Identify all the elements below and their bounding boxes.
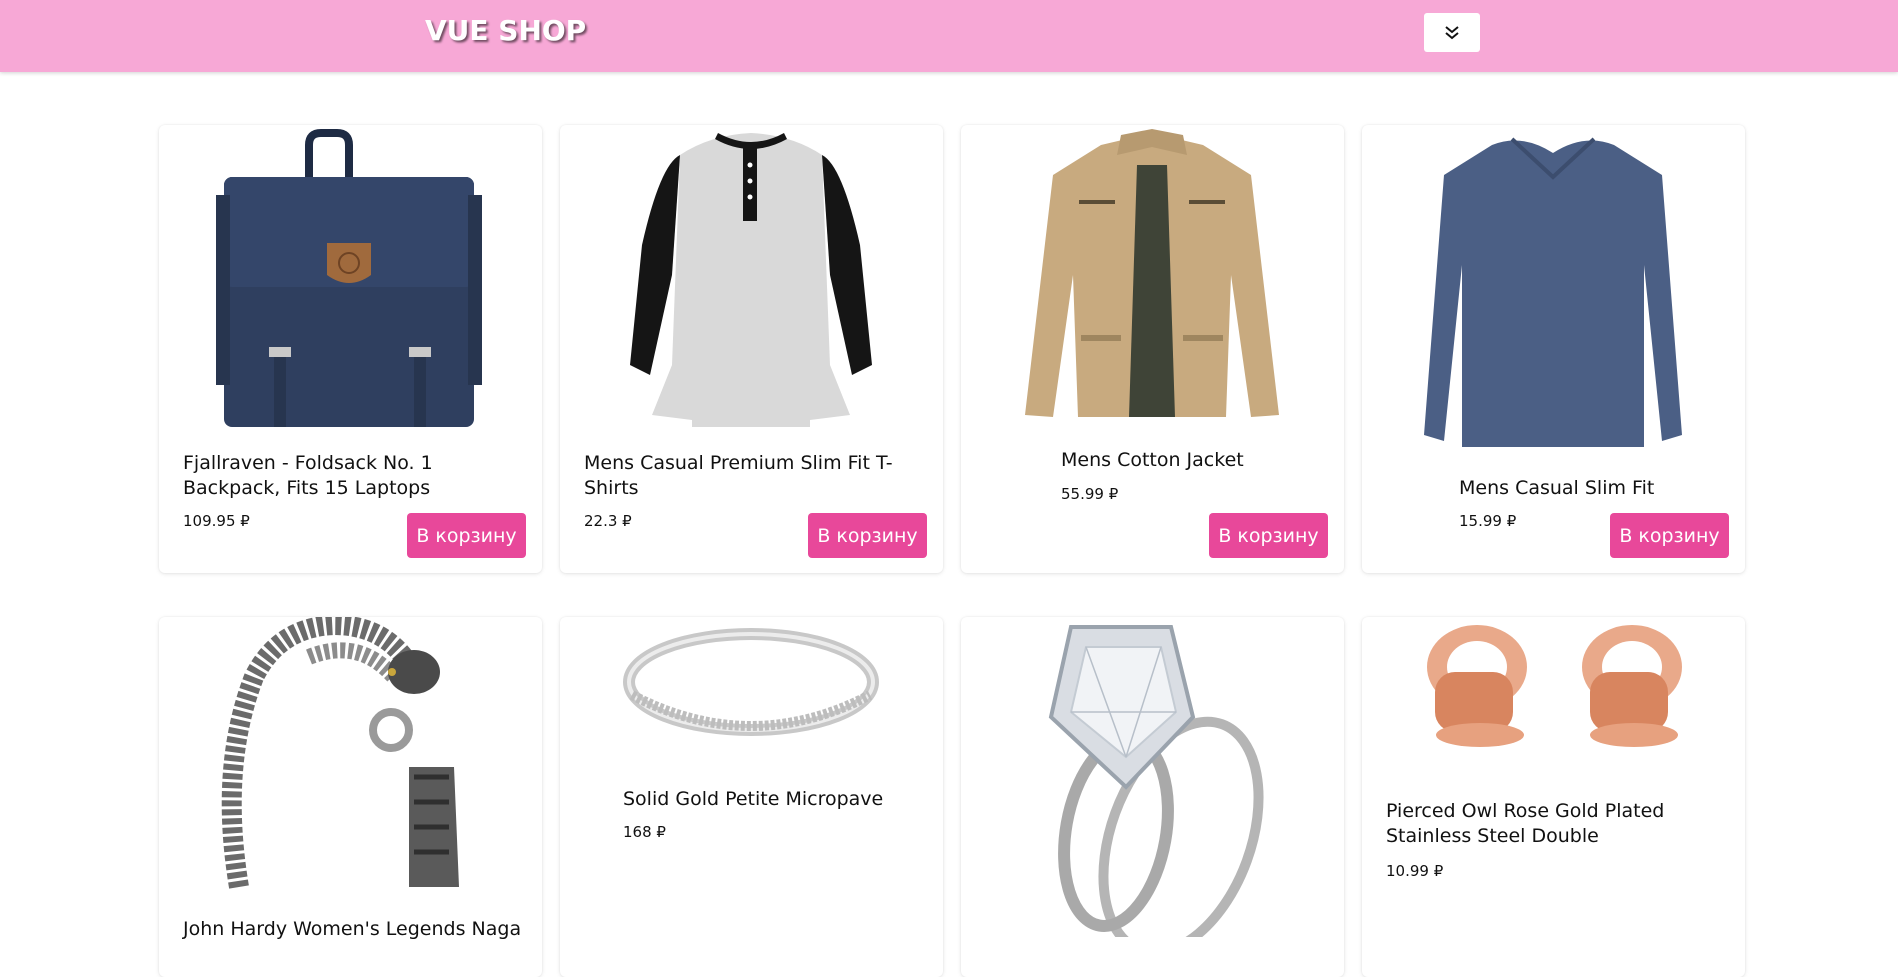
product-title[interactable]: Mens Casual Slim Fit xyxy=(1459,476,1739,501)
product-card: John Hardy Women's Legends Naga xyxy=(159,617,542,977)
menu-toggle-button[interactable] xyxy=(1424,13,1480,52)
add-to-cart-button[interactable]: В корзину xyxy=(407,513,526,558)
product-image-backpack xyxy=(216,129,482,427)
product-image-rose-gold-plugs xyxy=(1427,625,1682,747)
product-image-henley-tshirt xyxy=(630,133,872,427)
product-image-longsleeve-shirt xyxy=(1424,137,1682,447)
product-image-dragon-bracelet xyxy=(221,617,459,889)
product-image-diamond-ring-set xyxy=(1048,625,1264,937)
add-to-cart-button[interactable]: В корзину xyxy=(808,513,927,558)
product-price: 22.3 ₽ xyxy=(584,512,632,530)
product-card xyxy=(961,617,1344,977)
double-chevron-down-icon xyxy=(1445,25,1459,39)
product-price: 55.99 ₽ xyxy=(1061,485,1119,503)
top-navbar: VUE SHOP xyxy=(0,0,1898,72)
product-title[interactable]: Solid Gold Petite Micropave xyxy=(623,787,943,812)
product-image-cotton-jacket xyxy=(1025,129,1279,417)
product-title[interactable]: Fjallraven - Foldsack No. 1 Backpack, Fi… xyxy=(183,451,513,501)
product-card: Fjallraven - Foldsack No. 1 Backpack, Fi… xyxy=(159,125,542,573)
product-title[interactable]: John Hardy Women's Legends Naga xyxy=(183,917,533,942)
product-price: 168 ₽ xyxy=(623,823,666,841)
product-price: 15.99 ₽ xyxy=(1459,512,1517,530)
product-card: Mens Cotton Jacket 55.99 ₽ В корзину xyxy=(961,125,1344,573)
product-title[interactable]: Pierced Owl Rose Gold Plated Stainless S… xyxy=(1386,799,1716,849)
product-image-micropave-ring xyxy=(623,628,879,736)
add-to-cart-button[interactable]: В корзину xyxy=(1610,513,1729,558)
product-card: Pierced Owl Rose Gold Plated Stainless S… xyxy=(1362,617,1745,977)
product-title[interactable]: Mens Cotton Jacket xyxy=(1061,448,1341,473)
product-price: 109.95 ₽ xyxy=(183,512,250,530)
product-card: Mens Casual Premium Slim Fit T-Shirts 22… xyxy=(560,125,943,573)
product-card: Mens Casual Slim Fit 15.99 ₽ В корзину xyxy=(1362,125,1745,573)
product-card: Solid Gold Petite Micropave 168 ₽ xyxy=(560,617,943,977)
shop-logo[interactable]: VUE SHOP xyxy=(425,14,586,47)
add-to-cart-button[interactable]: В корзину xyxy=(1209,513,1328,558)
product-title[interactable]: Mens Casual Premium Slim Fit T-Shirts xyxy=(584,451,914,501)
product-price: 10.99 ₽ xyxy=(1386,862,1444,880)
